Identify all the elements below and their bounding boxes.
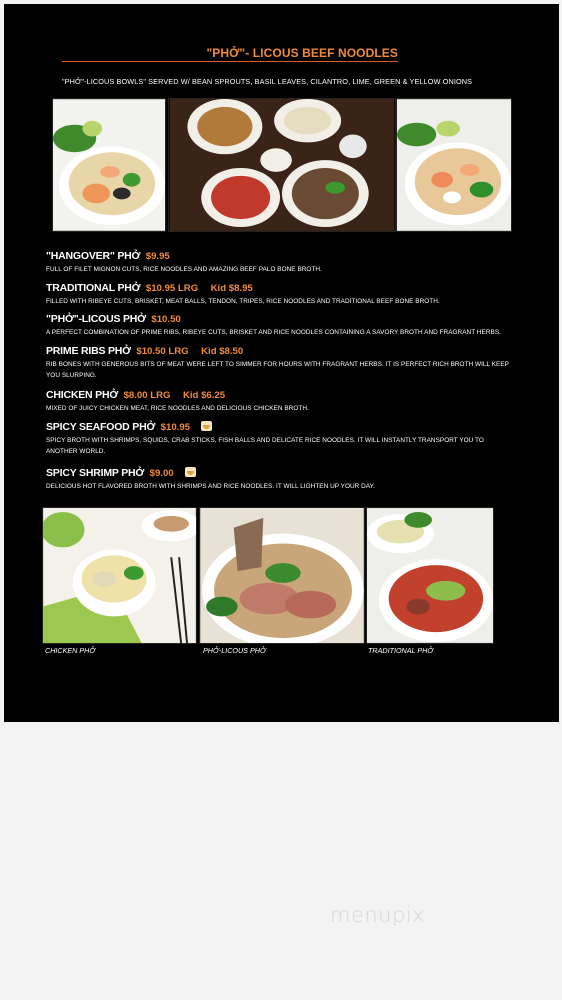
item-name: TRADITIONAL PHỞ (46, 282, 141, 294)
traditional-pho-caption: TRADITIONAL PHỞ (368, 646, 434, 655)
item-name: SPICY SEAFOOD PHỞ (46, 421, 156, 433)
menupix-watermark: menupix (330, 903, 426, 927)
shrimp-pho-photo (396, 98, 512, 232)
title-underline (62, 61, 398, 62)
item-description: MIXED OF JUICY CHICKEN MEAT, RICE NOODLE… (46, 405, 309, 412)
licous-pho-image (200, 508, 364, 643)
seafood-pho-image (53, 99, 165, 231)
pho-spread-image (169, 99, 395, 231)
item-name: SPICY SHRIMP PHỞ (46, 467, 145, 479)
item-price: $10.50 (151, 314, 181, 325)
chicken-pho-caption: CHICKEN PHỞ (45, 646, 96, 655)
item-heading: PRIME RIBS PHỞ $10.50 LRG Kid $8.50 (46, 344, 516, 358)
traditional-pho-image (367, 508, 493, 643)
chili-bowl-icon (185, 467, 197, 477)
menu-subtitle: "PHỞ"-LICOUS BOWLS" SERVED W/ BEAN SPROU… (62, 77, 473, 86)
item-price: $9.00 (149, 468, 174, 479)
item-name: "PHỞ"-LICOUS PHỞ (46, 313, 146, 325)
chicken-pho-image (43, 508, 196, 643)
item-description: A PERFECT COMBINATION OF PRIME RIBS, RIB… (46, 329, 501, 336)
item-price: $8.00 LRG (123, 390, 171, 401)
menu-item: CHICKEN PHỞ $8.00 LRG Kid $6.25 MIXED OF… (46, 388, 516, 414)
licous-pho-photo (199, 507, 365, 644)
item-description: FULL OF FILET MIGNON CUTS, RICE NOODLES … (46, 266, 322, 273)
seafood-pho-photo (52, 98, 166, 232)
item-price: $10.95 LRG (145, 283, 199, 294)
item-kid-price: Kid $8.50 (201, 346, 244, 357)
menu-item: "HANGOVER" PHỞ $9.95 FULL OF FILET MIGNO… (46, 249, 516, 275)
item-price: $10.95 (160, 422, 191, 433)
item-description: DELICIOUS HOT FLAVORED BROTH WITH SHRIMP… (46, 483, 375, 490)
item-kid-price: Kid $8.95 (210, 283, 253, 294)
item-description: RIB BONES WITH GENEROUS BITS OF MEAT WER… (46, 361, 509, 379)
item-heading: CHICKEN PHỞ $8.00 LRG Kid $6.25 (46, 388, 516, 402)
item-name: CHICKEN PHỞ (46, 389, 119, 401)
menu-item: TRADITIONAL PHỞ $10.95 LRG Kid $8.95 FIL… (46, 281, 516, 307)
chicken-pho-photo (42, 507, 197, 644)
menu-title: "PHỞ"- LICOUS BEEF NOODLES (206, 46, 398, 60)
item-heading: SPICY SEAFOOD PHỞ $10.95 (46, 420, 516, 434)
menu-sheet: "PHỞ"- LICOUS BEEF NOODLES "PHỞ"-LICOUS … (4, 4, 559, 722)
item-price: $10.50 LRG (136, 346, 189, 357)
item-heading: "PHỞ"-LICOUS PHỞ $10.50 (46, 312, 516, 326)
menu-item: PRIME RIBS PHỞ $10.50 LRG Kid $8.50 RIB … (46, 344, 516, 381)
menu-item: SPICY SHRIMP PHỞ $9.00 DELICIOUS HOT FLA… (46, 466, 516, 492)
licous-pho-caption: PHỞ-LICOUS PHỞ (203, 646, 266, 655)
traditional-pho-photo (366, 507, 494, 644)
menu-item: SPICY SEAFOOD PHỞ $10.95 SPICY BROTH WIT… (46, 420, 516, 457)
chili-bowl-icon (201, 421, 213, 431)
item-heading: SPICY SHRIMP PHỞ $9.00 (46, 466, 516, 480)
menu-item: "PHỞ"-LICOUS PHỞ $10.50 A PERFECT COMBIN… (46, 312, 516, 338)
title-row: "PHỞ"- LICOUS BEEF NOODLES (62, 46, 398, 62)
item-heading: TRADITIONAL PHỞ $10.95 LRG Kid $8.95 (46, 281, 516, 295)
item-price: $9.95 (145, 251, 170, 262)
shrimp-pho-image (397, 99, 511, 231)
item-name: "HANGOVER" PHỞ (46, 250, 141, 262)
item-kid-price: Kid $6.25 (182, 390, 226, 401)
item-heading: "HANGOVER" PHỞ $9.95 (46, 249, 516, 263)
item-description: FILLED WITH RIBEYE CUTS, BRISKET, MEAT B… (46, 298, 440, 305)
item-name: PRIME RIBS PHỞ (46, 345, 131, 357)
pho-spread-photo (168, 98, 396, 232)
item-description: SPICY BROTH WITH SHRIMPS, SQUIDS, CRAB S… (46, 437, 484, 455)
